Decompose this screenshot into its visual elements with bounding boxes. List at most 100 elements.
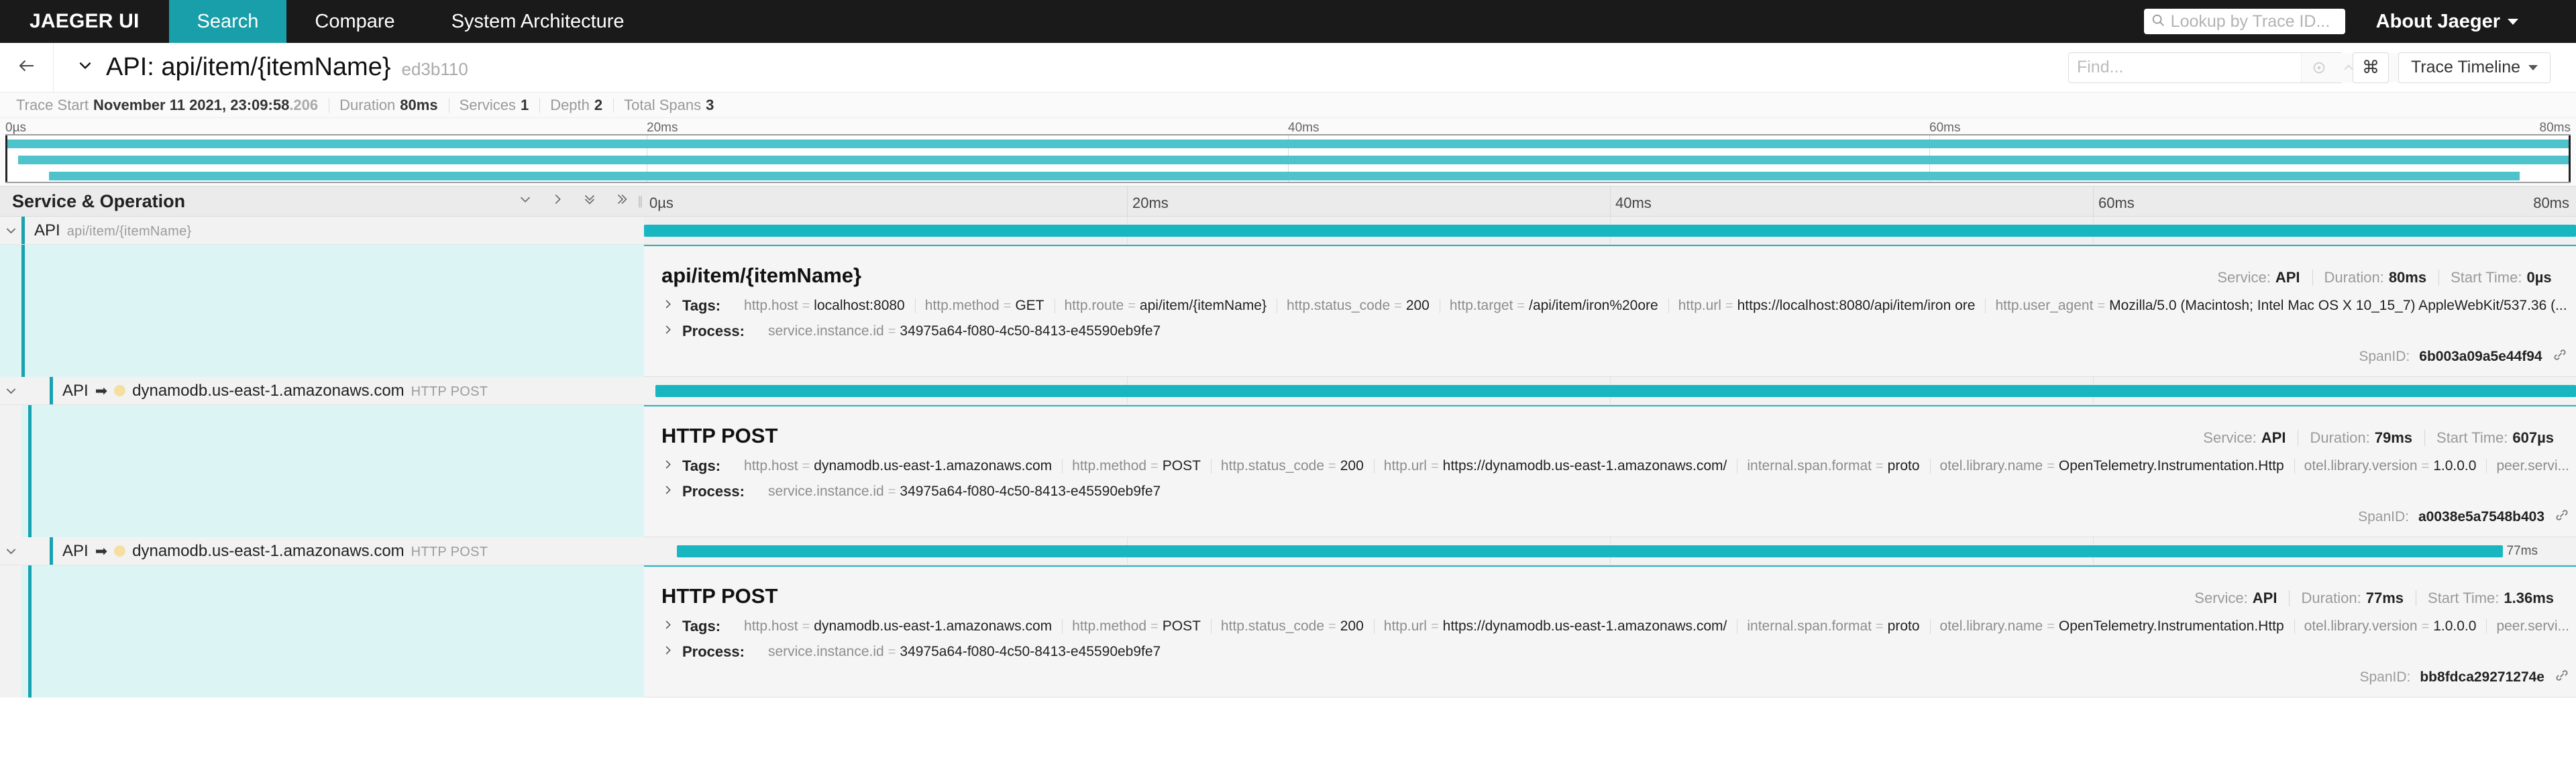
process-row[interactable]: Process: service.instance.id = 34975a64-f08… bbox=[644, 639, 2576, 665]
detail-meta-key: Duration: bbox=[2301, 590, 2361, 606]
kv-equals: = bbox=[802, 298, 810, 313]
span-duration-bar[interactable] bbox=[655, 384, 2576, 397]
detail-meta-item: Start Time: 1.36ms bbox=[2416, 590, 2566, 607]
span-duration-bar[interactable] bbox=[676, 545, 2503, 557]
search-icon bbox=[2151, 13, 2165, 30]
trace-id-lookup[interactable]: Lookup by Trace ID... bbox=[2143, 9, 2345, 34]
chevron-right-icon[interactable] bbox=[550, 192, 565, 211]
about-jaeger-menu[interactable]: About Jaeger bbox=[2345, 11, 2549, 33]
detail-meta-item: Start Time: 0µs bbox=[2438, 269, 2564, 286]
span-row-label-cell[interactable]: API ➡ dynamodb.us-east-1.amazonaws.com HTTP… bbox=[0, 377, 644, 404]
span-row[interactable]: API ➡ dynamodb.us-east-1.amazonaws.com HTTP… bbox=[0, 537, 2576, 565]
tags-row[interactable]: Tags: http.host = dynamodb.us-east-1.amazon… bbox=[644, 453, 2576, 479]
timeline-tick-label: 0µs bbox=[649, 195, 674, 211]
nav-item-system-architecture[interactable]: System Architecture bbox=[423, 0, 653, 43]
kv-value: 200 bbox=[1340, 458, 1364, 474]
detail-meta-value: 607µs bbox=[2512, 429, 2554, 446]
chevron-right-icon[interactable] bbox=[661, 298, 674, 315]
link-icon[interactable] bbox=[2552, 347, 2568, 367]
trace-meta-value: 2 bbox=[594, 96, 603, 113]
minimap-tick-label: 0µs bbox=[5, 121, 27, 135]
span-row[interactable]: API api/item/{itemName} bbox=[0, 217, 2576, 245]
nav-item-search[interactable]: Search bbox=[168, 0, 287, 43]
kv-key: http.status_code bbox=[1220, 458, 1325, 474]
trace-meta-item: Services 1 bbox=[448, 97, 540, 114]
span-row-label-cell[interactable]: API api/item/{itemName} bbox=[0, 217, 644, 244]
kv-pair: http.url = https://localhost:8080/api/item… bbox=[1668, 298, 1986, 314]
trace-title-bar: API: api/item/{itemName} ed3b110 Find...… bbox=[0, 43, 2576, 93]
kv-key: http.route bbox=[1064, 298, 1124, 313]
kv-pair: http.status_code = 200 bbox=[1210, 618, 1374, 634]
kv-pair: http.target = /api/item/iron%20ore bbox=[1439, 298, 1668, 314]
chevron-right-icon[interactable] bbox=[661, 618, 674, 635]
tags-row[interactable]: Tags: http.host = dynamodb.us-east-1.amazon… bbox=[644, 614, 2576, 639]
detail-meta-key: Service: bbox=[2217, 269, 2271, 286]
span-row-bar-cell[interactable]: ms bbox=[644, 377, 2576, 404]
span-duration-bar[interactable] bbox=[644, 224, 2576, 237]
span-row-bar-cell[interactable]: 77ms bbox=[644, 537, 2576, 565]
minimap-right-handle[interactable] bbox=[2569, 135, 2571, 182]
chevron-right-icon[interactable] bbox=[661, 458, 674, 475]
kv-pair: service.instance.id = 34975a64-f080-4c50-8… bbox=[758, 323, 1171, 339]
detail-meta-key: Service: bbox=[2203, 429, 2257, 446]
link-icon[interactable] bbox=[2554, 667, 2570, 687]
chevron-right-icon[interactable] bbox=[661, 484, 674, 500]
target-icon[interactable] bbox=[2304, 53, 2334, 82]
kv-key: internal.span.format bbox=[1747, 458, 1872, 474]
kv-equals: = bbox=[1875, 459, 1884, 474]
process-label: Process: bbox=[682, 643, 745, 660]
chevron-down-icon[interactable] bbox=[0, 384, 21, 398]
span-id-value: 6b003a09a5e44f94 bbox=[2419, 349, 2542, 364]
double-chevron-right-icon[interactable] bbox=[614, 192, 629, 211]
timeline-tick-label: 60ms bbox=[2098, 195, 2135, 211]
brand-logo[interactable]: JAEGER UI bbox=[0, 0, 169, 43]
tags-row[interactable]: Tags: http.host = localhost:8080 http.method… bbox=[644, 293, 2576, 319]
trace-minimap[interactable]: 0µs 20ms 40ms 60ms 80ms bbox=[0, 118, 2576, 186]
trace-meta-value: 3 bbox=[706, 96, 714, 113]
kv-value: Mozilla/5.0 (Macintosh; Intel Mac OS X 1… bbox=[2109, 298, 2567, 313]
minimap-canvas[interactable] bbox=[5, 134, 2571, 183]
kv-key: http.host bbox=[744, 618, 798, 634]
chevron-down-icon[interactable] bbox=[0, 544, 21, 558]
kv-equals: = bbox=[1725, 298, 1733, 313]
chevron-right-icon[interactable] bbox=[661, 644, 674, 661]
keyboard-shortcuts-button[interactable]: ⌘ bbox=[2352, 52, 2389, 83]
back-button[interactable] bbox=[0, 43, 54, 92]
double-chevron-down-icon[interactable] bbox=[582, 192, 597, 211]
kv-list: http.host = localhost:8080 http.method = GET h… bbox=[734, 298, 2576, 314]
span-detail-panel: HTTP POST Service: API Duration: 77ms Start T… bbox=[644, 565, 2576, 698]
kv-list: service.instance.id = 34975a64-f080-4c50-8… bbox=[758, 484, 1171, 500]
detail-operation-name: api/item/{itemName} bbox=[661, 264, 862, 287]
view-mode-selector[interactable]: Trace Timeline bbox=[2398, 52, 2551, 83]
span-row[interactable]: API ➡ dynamodb.us-east-1.amazonaws.com HTTP… bbox=[0, 377, 2576, 405]
kv-equals: = bbox=[1128, 298, 1136, 313]
chevron-down-icon[interactable] bbox=[518, 192, 533, 211]
link-icon[interactable] bbox=[2554, 507, 2570, 527]
process-row[interactable]: Process: service.instance.id = 34975a64-f08… bbox=[644, 319, 2576, 344]
trace-metadata-row: Trace Start November 11 2021, 23:09:58.20… bbox=[0, 93, 2576, 118]
kv-key: http.status_code bbox=[1220, 618, 1325, 634]
chevron-down-icon[interactable] bbox=[0, 223, 21, 237]
chevron-down-icon[interactable] bbox=[76, 56, 94, 78]
kv-pair: http.host = localhost:8080 bbox=[734, 298, 915, 314]
kv-pair: http.method = POST bbox=[1062, 458, 1211, 474]
span-detail-header: HTTP POST Service: API Duration: 77ms Start T… bbox=[644, 567, 2576, 614]
expand-collapse-controls bbox=[518, 192, 644, 211]
arrow-right-icon: ➡ bbox=[95, 382, 108, 399]
detail-gutter-fill bbox=[32, 565, 644, 698]
column-resizer-icon[interactable]: || bbox=[638, 195, 643, 209]
kv-pair: otel.library.version = 1.0.0.0 bbox=[2294, 618, 2487, 634]
minimap-left-handle[interactable] bbox=[5, 135, 7, 182]
detail-gutter-pad bbox=[0, 565, 21, 698]
kv-value: 34975a64-f080-4c50-8413-e45590eb9fe7 bbox=[900, 484, 1161, 499]
span-row-label-cell[interactable]: API ➡ dynamodb.us-east-1.amazonaws.com HTTP… bbox=[0, 537, 644, 565]
find-input[interactable] bbox=[2068, 58, 2301, 77]
span-row-bar-cell[interactable] bbox=[644, 217, 2576, 244]
find-box[interactable] bbox=[2068, 52, 2425, 83]
chevron-right-icon[interactable] bbox=[661, 323, 674, 340]
kv-equals: = bbox=[2097, 298, 2106, 313]
trace-meta-value: 80ms bbox=[400, 96, 438, 113]
kv-pair: http.status_code = 200 bbox=[1210, 458, 1374, 474]
nav-item-compare[interactable]: Compare bbox=[286, 0, 423, 43]
process-row[interactable]: Process: service.instance.id = 34975a64-f08… bbox=[644, 479, 2576, 504]
